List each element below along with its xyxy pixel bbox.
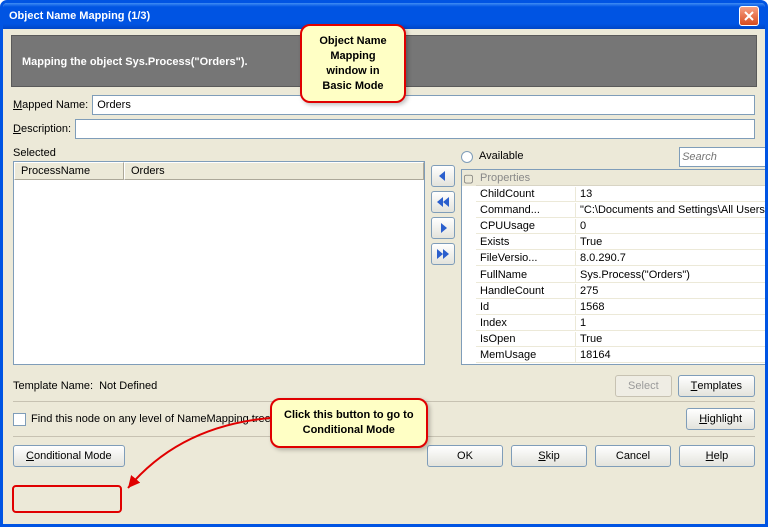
conditional-mode-button[interactable]: Conditional Mode [13,445,125,467]
mapped-name-label: Mapped Name: [13,99,88,111]
triangle-right-icon [436,221,450,235]
property-row[interactable]: FileVersio...8.0.290.7 [462,251,768,267]
description-input[interactable] [75,119,755,139]
available-radio[interactable] [461,151,473,163]
templates-button[interactable]: Templates [678,375,755,397]
selected-col-name[interactable]: ProcessName [14,162,124,180]
property-group[interactable]: ▢Properties [462,170,768,186]
search-box[interactable]: 🔍 ▾ [679,147,768,167]
property-row[interactable]: HandleCount275 [462,283,768,299]
move-left-button[interactable] [431,165,455,187]
highlight-button[interactable]: Highlight [686,408,755,430]
collapse-icon[interactable]: ▢ [462,172,476,185]
property-row[interactable]: MemUsage18164 [462,348,768,364]
triangle-left-icon [436,169,450,183]
selected-table[interactable]: ProcessName Orders [13,161,425,365]
callout-bottom-text: Click this button to go toConditional Mo… [284,409,414,436]
cancel-button[interactable]: Cancel [595,445,671,467]
callout-bottom: Click this button to go toConditional Mo… [270,398,428,448]
double-triangle-right-icon [436,247,450,261]
selected-label: Selected [13,147,425,159]
window-title: Object Name Mapping (1/3) [9,10,150,22]
skip-button[interactable]: Skip [511,445,587,467]
mapped-name-input[interactable] [92,95,755,115]
find-node-label: Find this node on any level of NameMappi… [31,413,271,425]
move-all-left-button[interactable] [431,191,455,213]
selected-col-value[interactable]: Orders [124,162,424,180]
template-name-value: Not Defined [99,380,157,392]
help-button[interactable]: Help [679,445,755,467]
callout-top-text: Object NameMappingwindow inBasic Mode [319,35,386,92]
move-right-button[interactable] [431,217,455,239]
ok-button[interactable]: OK [427,445,503,467]
property-row[interactable]: FullNameSys.Process("Orders") [462,267,768,283]
move-all-right-button[interactable] [431,243,455,265]
description-label: Description: [13,123,71,135]
available-label: Available [479,150,523,162]
property-row[interactable]: CPUUsage0 [462,219,768,235]
properties-grid[interactable]: ▢PropertiesChildCount13Command..."C:\Doc… [461,169,768,365]
double-triangle-left-icon [436,195,450,209]
property-row[interactable]: ChildCount13 [462,186,768,202]
select-button: Select [615,375,672,397]
property-row[interactable]: Index1 [462,316,768,332]
close-button[interactable] [739,6,759,26]
search-input[interactable] [682,151,768,163]
property-row[interactable]: Id1568 [462,299,768,315]
callout-top: Object NameMappingwindow inBasic Mode [300,24,406,103]
property-row[interactable]: ExistsTrue [462,235,768,251]
property-row[interactable]: Command..."C:\Documents and Settings\All… [462,202,768,218]
banner-text: Mapping the object Sys.Process("Orders")… [22,56,248,68]
find-node-checkbox[interactable] [13,413,26,426]
template-name-label: Template Name: [13,380,93,392]
close-icon [744,11,754,21]
selected-header: ProcessName Orders [14,162,424,180]
property-row[interactable]: IsOpenTrue [462,332,768,348]
